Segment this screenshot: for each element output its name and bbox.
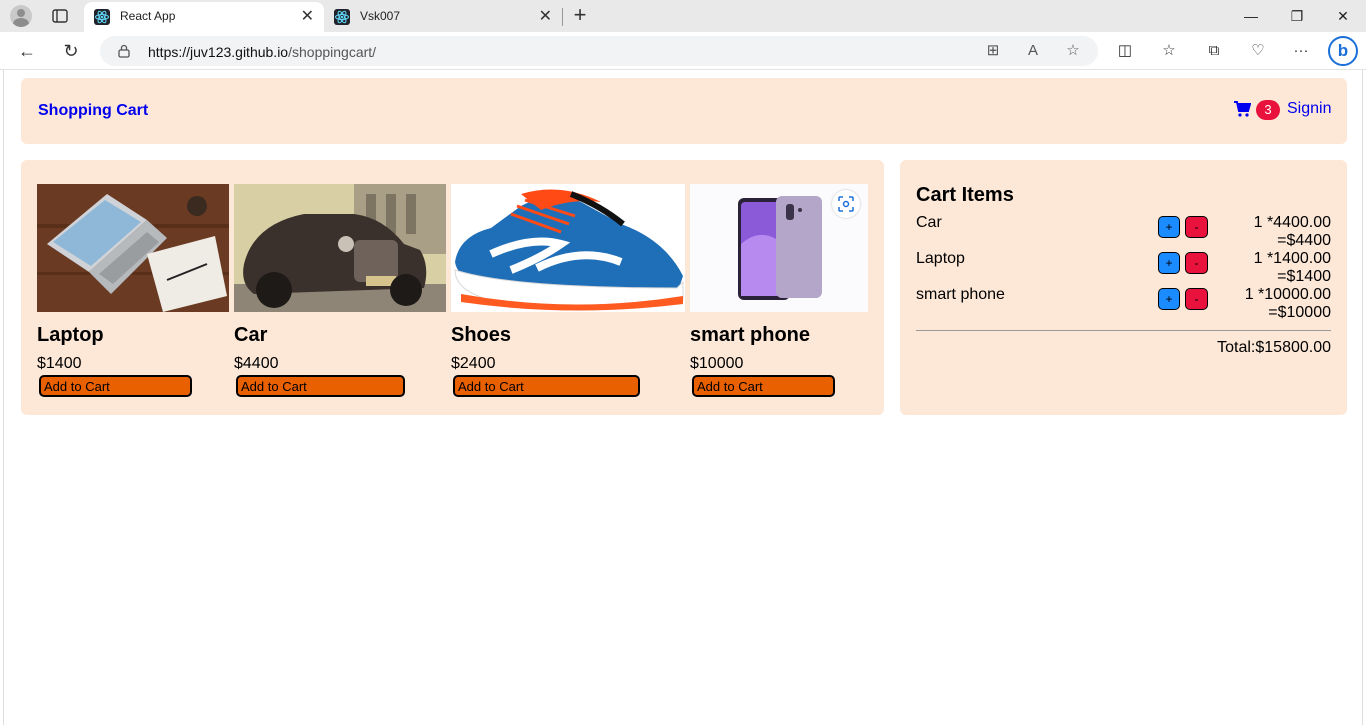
read-aloud-icon[interactable]: A — [1022, 40, 1044, 62]
increase-quantity-button[interactable]: + — [1158, 288, 1180, 310]
increase-quantity-button[interactable]: + — [1158, 252, 1180, 274]
react-favicon-icon — [334, 9, 350, 25]
products-panel: Laptop $1400 Add to Cart Car $4400 Add t… — [21, 160, 884, 415]
cart-divider — [916, 330, 1331, 331]
product-price: $2400 — [451, 355, 496, 372]
tab-vsk007[interactable]: Vsk007 ✕ — [324, 2, 562, 32]
url-text: https://juv123.github.io/shoppingcart/ — [148, 44, 377, 60]
cart-count-badge: 3 — [1256, 100, 1280, 120]
product-name: smart phone — [690, 324, 811, 346]
brand-link[interactable]: Shopping Cart — [38, 102, 148, 120]
cart-row: smart phone + - 1 *10000.00 =$10000 — [916, 286, 1331, 322]
tab-react-app[interactable]: React App ✕ — [84, 2, 324, 32]
tab-close-icon[interactable]: ✕ — [539, 6, 552, 26]
decrease-quantity-button[interactable]: - — [1185, 288, 1208, 310]
product-name: Laptop — [37, 324, 104, 346]
copilot-icon[interactable]: b — [1328, 36, 1358, 66]
new-tab-icon[interactable]: + — [568, 3, 592, 27]
product-card-car: Car $4400 Add to Cart — [234, 184, 446, 397]
product-name: Shoes — [451, 324, 512, 346]
add-to-cart-button[interactable]: Add to Cart — [39, 375, 192, 397]
cart-total: Total:$15800.00 — [1217, 339, 1331, 356]
add-to-cart-button[interactable]: Add to Cart — [453, 375, 640, 397]
app-navbar: Shopping Cart 3 Signin — [21, 78, 1347, 144]
shopping-cart-icon[interactable] — [1233, 100, 1252, 118]
lock-icon — [118, 44, 130, 58]
add-to-cart-button[interactable]: Add to Cart — [236, 375, 405, 397]
reload-icon[interactable]: ↻ — [58, 38, 84, 64]
favorites-icon[interactable]: ☆ — [1158, 40, 1180, 62]
product-price: $10000 — [690, 355, 744, 372]
cart-row: Car + - 1 *4400.00 =$4400 — [916, 214, 1331, 250]
favorite-star-icon[interactable]: ☆ — [1062, 40, 1084, 62]
minimize-icon[interactable]: — — [1236, 5, 1266, 27]
tab-title: React App — [120, 9, 176, 23]
add-to-cart-button[interactable]: Add to Cart — [692, 375, 835, 397]
browser-toolbar: ← ↻ https://juv123.github.io/shoppingcar… — [0, 32, 1366, 70]
close-icon[interactable]: ✕ — [1328, 5, 1358, 27]
product-price: $1400 — [37, 355, 82, 372]
smart-phone-image — [690, 184, 868, 312]
shoes-image — [451, 184, 685, 312]
product-card-shoes: Shoes $2400 Add to Cart — [451, 184, 685, 397]
cart-item-subtotal: 1 *4400.00 =$4400 — [1253, 214, 1331, 249]
split-screen-icon[interactable]: ◫ — [1114, 40, 1136, 62]
address-bar[interactable]: https://juv123.github.io/shoppingcart/ ⊞… — [100, 36, 1098, 66]
signin-link[interactable]: Signin — [1287, 100, 1331, 118]
product-card-laptop: Laptop $1400 Add to Cart — [37, 184, 229, 397]
laptop-image — [37, 184, 229, 312]
back-icon[interactable]: ← — [14, 38, 40, 64]
increase-quantity-button[interactable]: + — [1158, 216, 1180, 238]
product-name: Car — [234, 324, 268, 346]
product-price: $4400 — [234, 355, 279, 372]
tab-actions-icon[interactable] — [49, 6, 71, 26]
react-favicon-icon — [94, 9, 110, 25]
cart-item-subtotal: 1 *1400.00 =$1400 — [1253, 250, 1331, 285]
decrease-quantity-button[interactable]: - — [1185, 252, 1208, 274]
cart-panel: Cart Items Car + - 1 *4400.00 =$4400 Lap… — [900, 160, 1347, 415]
profile-icon[interactable] — [10, 5, 32, 27]
page-viewport: Shopping Cart 3 Signin Laptop $1400 Add … — [3, 70, 1363, 725]
cart-item-subtotal: 1 *10000.00 =$10000 — [1244, 286, 1331, 321]
cart-row: Laptop + - 1 *1400.00 =$1400 — [916, 250, 1331, 286]
cart-item-name: Car — [916, 214, 942, 231]
tab-title: Vsk007 — [360, 9, 401, 23]
decrease-quantity-button[interactable]: - — [1185, 216, 1208, 238]
visual-search-icon[interactable] — [832, 190, 860, 218]
app-available-icon[interactable]: ⊞ — [982, 40, 1004, 62]
restore-icon[interactable]: ❐ — [1282, 5, 1312, 27]
tab-separator — [562, 8, 563, 26]
cart-item-name: Laptop — [916, 250, 965, 267]
browser-essentials-icon[interactable]: ♡ — [1247, 40, 1269, 62]
product-card-smart-phone: smart phone $10000 Add to Cart — [690, 184, 868, 397]
car-image — [234, 184, 446, 312]
tab-close-icon[interactable]: ✕ — [301, 6, 314, 26]
browser-tabstrip: React App ✕ Vsk007 ✕ + — ❐ ✕ — [0, 0, 1366, 32]
collections-icon[interactable]: ⧉ — [1203, 40, 1225, 62]
cart-item-name: smart phone — [916, 286, 1005, 303]
cart-title: Cart Items — [916, 184, 1014, 206]
more-menu-icon[interactable]: ··· — [1290, 40, 1312, 62]
